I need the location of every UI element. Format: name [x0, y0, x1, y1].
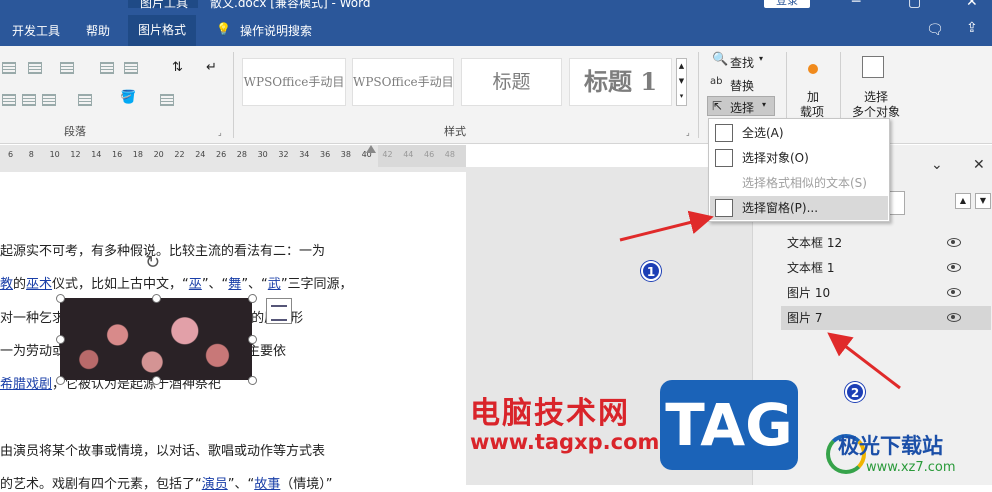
watermark-tag-logo: TAG: [660, 380, 798, 470]
arrow-to-picture-7: [827, 332, 901, 390]
arrow-to-selection-pane-item: [619, 210, 714, 242]
watermark-brand-url: www.xz7.com: [866, 460, 956, 475]
watermark-site-name: 电脑技术网: [470, 396, 630, 431]
annotation-badge-1: 1: [641, 261, 661, 281]
watermark-site-url: www.tagxp.com: [470, 430, 660, 454]
annotation-badge-2: 2: [845, 382, 865, 402]
watermark-brand-name: 极光下载站: [838, 434, 943, 458]
